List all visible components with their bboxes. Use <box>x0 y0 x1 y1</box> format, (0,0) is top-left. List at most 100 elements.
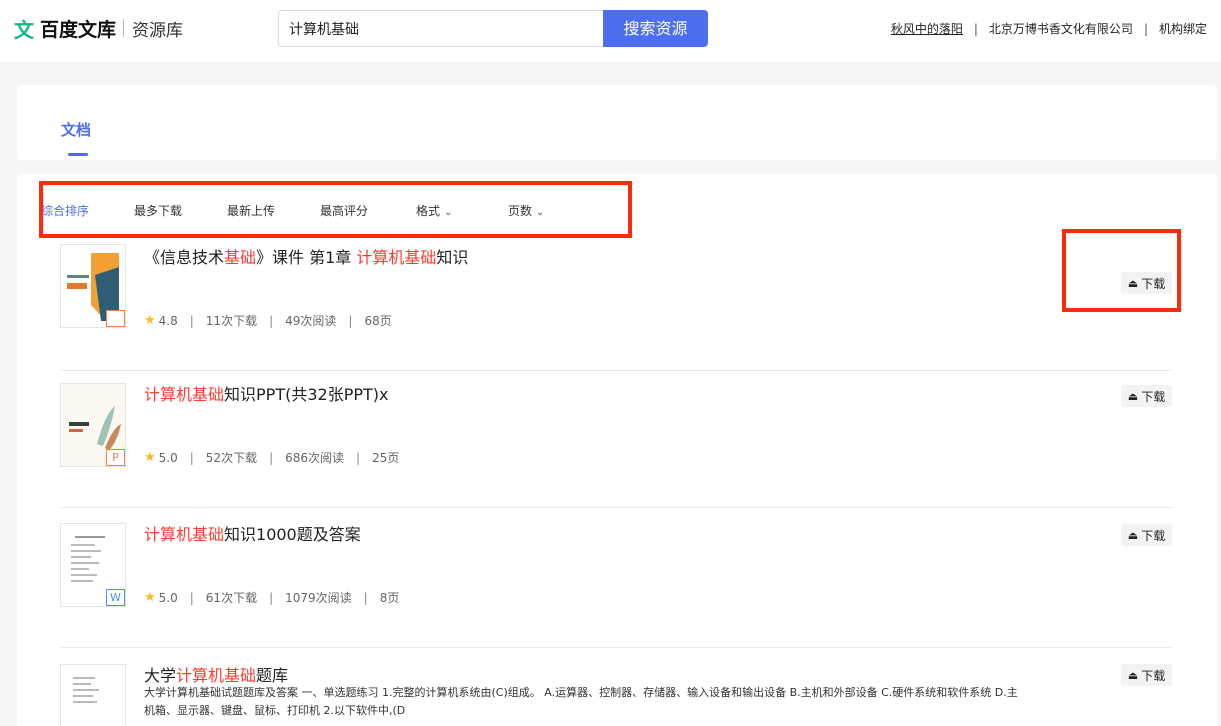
divider <box>60 370 1173 371</box>
word-format-badge: W <box>106 589 125 606</box>
download-icon: ⏏ <box>1127 528 1139 542</box>
meta-separator: | <box>269 450 274 465</box>
star-icon: ★ <box>144 450 156 465</box>
download-label: 下载 <box>1141 668 1166 683</box>
top-header: 文 百度文库 资源库 搜索资源 秋风中的落阳 | 北京万博书香文化有限公司 | … <box>0 0 1221 62</box>
result-title[interactable]: 大学计算机基础题库 <box>144 662 288 686</box>
meta-separator: | <box>189 450 194 465</box>
rating: 5.0 <box>158 590 178 605</box>
meta-separator: | <box>189 313 194 328</box>
logo-mark: 文 <box>14 17 34 42</box>
page-count: 68页 <box>364 314 392 328</box>
list-item[interactable]: P 计算机基础知识PPT(共32张PPT)x ★ 5.0 | 52次下载 | 6… <box>60 381 1173 508</box>
title-text: 知识PPT(共32张PPT)x <box>224 385 389 404</box>
download-button[interactable]: ⏏ 下载 <box>1121 272 1172 294</box>
logo-text: 百度文库 <box>40 18 117 41</box>
header-separator: | <box>1143 21 1148 36</box>
sort-latest-upload[interactable]: 最新上传 <box>227 202 320 219</box>
ppt-format-badge: P <box>106 449 125 466</box>
download-count: 11次下载 <box>205 314 258 328</box>
rating: 4.8 <box>158 313 178 328</box>
user-name-link[interactable]: 秋风中的落阳 <box>891 20 963 37</box>
result-meta: ★ 4.8 | 11次下载 | 49次阅读 | 68页 <box>144 312 392 329</box>
meta-separator: | <box>356 450 361 465</box>
download-button[interactable]: ⏏ 下载 <box>1121 385 1172 407</box>
meta-separator: | <box>363 590 368 605</box>
title-text: 》课件 第1章 <box>256 248 357 267</box>
logo-subtitle: 资源库 <box>132 20 184 41</box>
result-meta: ★ 5.0 | 61次下载 | 1079次阅读 | 8页 <box>144 589 399 606</box>
download-icon: ⏏ <box>1127 668 1139 682</box>
list-item[interactable]: 《信息技术基础》课件 第1章 计算机基础知识 ★ 4.8 | 11次下载 | 4… <box>60 244 1173 371</box>
title-text: 大学 <box>144 666 177 685</box>
org-name[interactable]: 北京万博书香文化有限公司 <box>989 20 1133 37</box>
filter-format-label: 格式 <box>416 203 441 218</box>
result-title[interactable]: 计算机基础知识1000题及答案 <box>144 521 361 545</box>
tab-card: 文档 <box>17 85 1217 160</box>
sort-bar: 综合排序 最多下载 最新上传 最高评分 格式 ⌄ 页数 ⌄ <box>41 201 544 219</box>
list-item[interactable]: 大学计算机基础题库 大学计算机基础试题题库及答案 一、单选题练习 1.完整的计算… <box>60 662 1173 726</box>
chevron-down-icon: ⌄ <box>444 206 453 218</box>
chevron-down-icon: ⌄ <box>536 206 545 218</box>
org-bind-link[interactable]: 机构绑定 <box>1159 20 1207 37</box>
title-text: 知识 <box>436 248 469 267</box>
logo-divider <box>123 19 125 37</box>
search-box <box>278 10 604 47</box>
download-label: 下载 <box>1141 528 1166 543</box>
page-count: 25页 <box>372 451 400 465</box>
read-count: 49次阅读 <box>285 314 337 328</box>
divider <box>60 507 1173 508</box>
document-thumbnail[interactable]: P <box>60 383 126 467</box>
filter-format[interactable]: 格式 ⌄ <box>416 202 508 219</box>
title-highlight: 计算机基础 <box>356 248 437 267</box>
read-count: 1079次阅读 <box>285 591 352 605</box>
filter-pages-label: 页数 <box>508 203 533 218</box>
title-text: 知识1000题及答案 <box>224 525 361 544</box>
tab-documents[interactable]: 文档 <box>61 119 91 140</box>
sort-most-downloads[interactable]: 最多下载 <box>134 202 227 219</box>
document-thumbnail[interactable] <box>60 664 126 726</box>
logo[interactable]: 文 百度文库 资源库 <box>14 14 183 42</box>
title-highlight: 计算机基础 <box>144 385 225 404</box>
tab-active-indicator <box>68 153 88 156</box>
ppt-format-badge <box>106 310 125 327</box>
result-description: 大学计算机基础试题题库及答案 一、单选题练习 1.完整的计算机系统由(C)组成。… <box>144 686 1018 717</box>
sort-comprehensive[interactable]: 综合排序 <box>41 202 134 219</box>
filter-pages[interactable]: 页数 ⌄ <box>508 202 544 219</box>
download-button[interactable]: ⏏ 下载 <box>1121 664 1172 686</box>
download-count: 52次下载 <box>205 451 258 465</box>
search-button[interactable]: 搜索资源 <box>603 10 708 47</box>
thumbnail-image <box>61 665 125 726</box>
meta-separator: | <box>269 313 274 328</box>
star-icon: ★ <box>144 313 156 328</box>
title-text: 题库 <box>256 666 289 685</box>
meta-separator: | <box>189 590 194 605</box>
document-thumbnail[interactable]: W <box>60 523 126 607</box>
title-highlight: 基础 <box>224 248 257 267</box>
meta-separator: | <box>348 313 353 328</box>
download-label: 下载 <box>1141 389 1166 404</box>
result-title[interactable]: 《信息技术基础》课件 第1章 计算机基础知识 <box>144 244 468 268</box>
title-highlight: 计算机基础 <box>144 525 225 544</box>
title-highlight: 计算机基础 <box>176 666 257 685</box>
document-thumbnail[interactable] <box>60 244 126 328</box>
download-button[interactable]: ⏏ 下载 <box>1121 524 1172 546</box>
download-label: 下载 <box>1141 276 1166 291</box>
download-icon: ⏏ <box>1127 389 1139 403</box>
read-count: 686次阅读 <box>285 451 345 465</box>
search-input[interactable] <box>279 11 604 46</box>
result-title[interactable]: 计算机基础知识PPT(共32张PPT)x <box>144 381 388 405</box>
meta-separator: | <box>269 590 274 605</box>
rating: 5.0 <box>158 450 178 465</box>
sort-top-rated[interactable]: 最高评分 <box>320 202 416 219</box>
download-count: 61次下载 <box>205 591 258 605</box>
list-item[interactable]: W 计算机基础知识1000题及答案 ★ 5.0 | 61次下载 | 1079次阅… <box>60 521 1173 648</box>
title-text: 《信息技术 <box>144 248 225 267</box>
user-area: 秋风中的落阳 | 北京万博书香文化有限公司 | 机构绑定 <box>891 20 1207 37</box>
star-icon: ★ <box>144 590 156 605</box>
download-icon: ⏏ <box>1127 276 1139 290</box>
divider <box>60 647 1173 648</box>
header-separator: | <box>973 21 978 36</box>
page-count: 8页 <box>379 591 400 605</box>
result-meta: ★ 5.0 | 52次下载 | 686次阅读 | 25页 <box>144 449 399 466</box>
